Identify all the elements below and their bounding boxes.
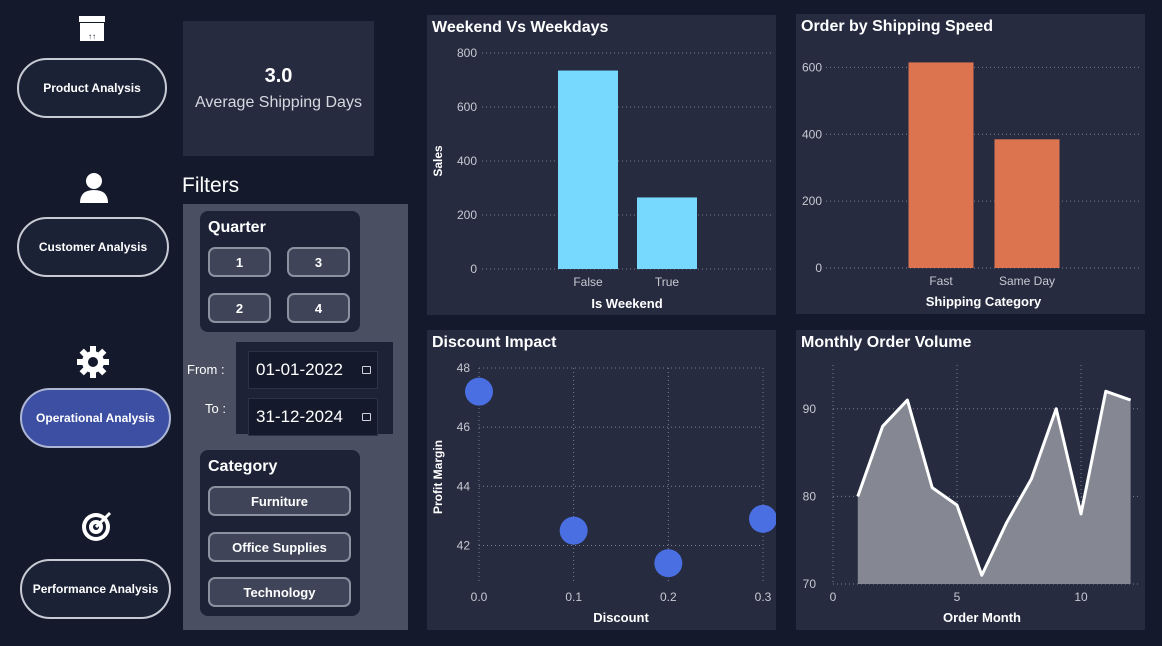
x-tick-label: 0.0 xyxy=(471,590,488,604)
area-fill xyxy=(857,391,1131,584)
y-tick-label: 200 xyxy=(457,208,477,222)
nav-customer-analysis-button[interactable]: Customer Analysis xyxy=(17,217,169,277)
x-tick-label: 10 xyxy=(1074,590,1088,604)
calendar-icon[interactable] xyxy=(362,366,371,374)
y-tick-label: 44 xyxy=(457,479,471,493)
nav-product-analysis-button[interactable]: Product Analysis xyxy=(17,58,167,118)
x-tick-label: False xyxy=(573,275,603,289)
user-icon xyxy=(77,170,111,204)
to-label: To : xyxy=(205,401,226,416)
quarter-2-button[interactable]: 2 xyxy=(208,293,271,323)
y-tick-label: 42 xyxy=(457,538,471,552)
x-tick-label: Same Day xyxy=(999,274,1055,288)
bar xyxy=(637,197,697,269)
quarter-4-button[interactable]: 4 xyxy=(287,293,350,323)
category-technology-button[interactable]: Technology xyxy=(208,577,351,607)
y-tick-label: 0 xyxy=(815,261,822,275)
shipping-speed-bar-chart: 0 200 400 600 Fast Same Day Shipping Category xyxy=(802,60,1141,309)
svg-text:↑↑: ↑↑ xyxy=(88,32,96,41)
filters-title: Filters xyxy=(182,174,240,197)
weekend-chart-card: Weekend Vs Weekdays 0 200 400 600 800 False Tr… xyxy=(427,15,776,315)
to-date-value: 31-12-2024 xyxy=(256,407,343,426)
x-axis-label: Order Month xyxy=(943,610,1021,625)
category-furniture-button[interactable]: Furniture xyxy=(208,486,351,516)
discount-scatter-chart: 42 44 46 48 0.0 0.1 0.2 0.3 Discount Profit Margi… xyxy=(431,361,776,625)
y-tick-label: 48 xyxy=(457,361,471,375)
discount-impact-chart-card: Discount Impact 42 44 46 48 0.0 0.1 0.2 0.3 Disc… xyxy=(427,330,776,630)
x-tick-label: 0.1 xyxy=(565,590,582,604)
x-tick-label: 0.2 xyxy=(660,590,677,604)
bar xyxy=(558,70,618,269)
scatter-point xyxy=(465,377,493,406)
bar xyxy=(994,139,1060,268)
x-tick-label: 5 xyxy=(954,590,961,604)
y-tick-label: 90 xyxy=(803,402,817,416)
x-tick-label: 0 xyxy=(830,590,837,604)
quarter-1-button[interactable]: 1 xyxy=(208,247,271,277)
kpi-value: 3.0 xyxy=(264,65,293,87)
from-label: From : xyxy=(187,362,225,377)
y-tick-label: 400 xyxy=(457,154,477,168)
y-axis-label: Sales xyxy=(431,145,445,177)
scatter-point xyxy=(749,504,776,533)
y-tick-label: 600 xyxy=(457,100,477,114)
x-axis-label: Discount xyxy=(593,610,649,625)
monthly-volume-chart-card: Monthly Order Volume 70 80 90 0 5 10 Order Mon… xyxy=(796,330,1145,630)
bar xyxy=(908,62,974,268)
y-tick-label: 600 xyxy=(802,60,822,74)
x-tick-label: True xyxy=(655,275,680,289)
quarter-title: Quarter xyxy=(208,219,266,236)
y-tick-label: 46 xyxy=(457,420,471,434)
category-title: Category xyxy=(208,458,278,475)
package-icon: ↑↑ xyxy=(77,13,107,43)
monthly-area-chart: 70 80 90 0 5 10 Order Month xyxy=(803,365,1141,625)
quarter-panel: Quarter 1 3 2 4 xyxy=(200,211,360,332)
x-axis-label: Is Weekend xyxy=(591,296,662,311)
gear-icon xyxy=(76,345,110,379)
y-tick-label: 400 xyxy=(802,127,822,141)
shipping-speed-chart-card: Order by Shipping Speed 0 200 400 600 Fast Sa… xyxy=(796,14,1145,314)
calendar-icon[interactable] xyxy=(362,413,371,421)
from-date-input[interactable]: 01-01-2022 xyxy=(248,351,378,389)
avg-shipping-days-card: 3.0 Average Shipping Days xyxy=(183,21,374,156)
target-icon xyxy=(80,509,114,543)
x-tick-label: 0.3 xyxy=(755,590,772,604)
y-tick-label: 800 xyxy=(457,46,477,60)
x-axis-label: Shipping Category xyxy=(926,294,1042,309)
nav-performance-analysis-button[interactable]: Performance Analysis xyxy=(20,559,171,619)
scatter-point xyxy=(654,549,683,578)
category-office-supplies-button[interactable]: Office Supplies xyxy=(208,532,351,562)
kpi-label: Average Shipping Days xyxy=(195,94,362,111)
y-tick-label: 70 xyxy=(803,577,817,591)
from-date-value: 01-01-2022 xyxy=(256,360,343,379)
weekend-bar-chart: 0 200 400 600 800 False True Is Weekend Sales xyxy=(431,46,772,311)
date-range-panel: 01-01-2022 31-12-2024 xyxy=(236,342,393,436)
category-panel: Category Furniture Office Supplies Techn… xyxy=(200,450,360,616)
to-date-input[interactable]: 31-12-2024 xyxy=(248,398,378,436)
quarter-3-button[interactable]: 3 xyxy=(287,247,350,277)
scatter-point xyxy=(559,516,588,545)
nav-operational-analysis-button[interactable]: Operational Analysis xyxy=(20,388,171,448)
x-tick-label: Fast xyxy=(929,274,953,288)
y-tick-label: 200 xyxy=(802,194,822,208)
y-tick-label: 80 xyxy=(803,489,817,503)
y-axis-label: Profit Margin xyxy=(431,440,445,514)
y-tick-label: 0 xyxy=(470,262,477,276)
